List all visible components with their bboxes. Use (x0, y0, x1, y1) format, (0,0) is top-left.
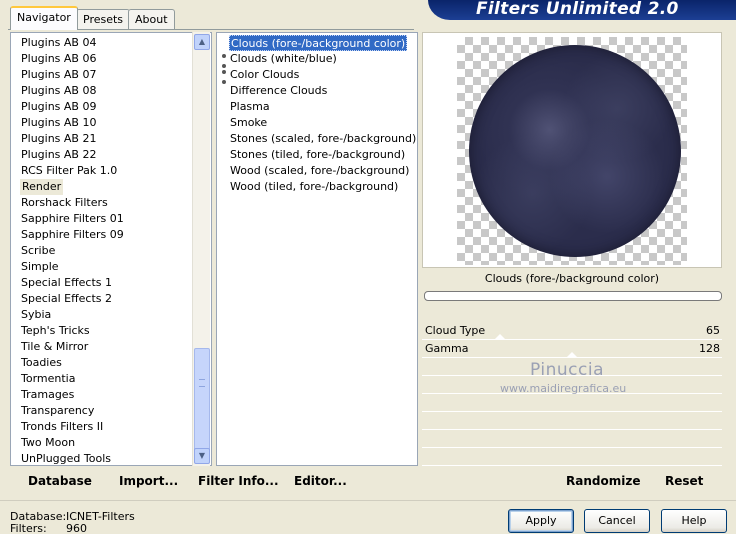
category-item[interactable]: Plugins AB 21 (21, 131, 96, 147)
category-item[interactable]: Plugins AB 06 (21, 51, 96, 67)
tab-about[interactable]: About (128, 9, 175, 29)
param-row-empty (422, 430, 722, 448)
filter-info-button[interactable]: Filter Info... (198, 474, 279, 488)
param-row-empty (422, 412, 722, 430)
category-item[interactable]: Rorshack Filters (21, 195, 108, 211)
filter-item[interactable]: Smoke (229, 115, 268, 131)
category-item[interactable]: Scribe (21, 243, 55, 259)
category-item[interactable]: Sybia (21, 307, 51, 323)
status-filters-value: 960 (66, 522, 87, 534)
scroll-up-button[interactable]: ▲ (194, 34, 210, 50)
cancel-button[interactable]: Cancel (584, 509, 650, 533)
category-item[interactable]: Transparency (21, 403, 94, 419)
filter-item[interactable]: Stones (scaled, fore-/background) (229, 131, 417, 147)
bottom-divider (0, 500, 736, 501)
category-item[interactable]: Render (20, 179, 64, 195)
filter-item[interactable]: Clouds (fore-/background color) (229, 35, 408, 51)
category-item[interactable]: Special Effects 2 (21, 291, 112, 307)
category-item[interactable]: Simple (21, 259, 59, 275)
filter-item[interactable]: Wood (scaled, fore-/background) (229, 163, 410, 179)
category-item[interactable]: Plugins AB 07 (21, 67, 96, 83)
category-item[interactable]: Toadies (21, 355, 62, 371)
favorite-marker-icon (222, 54, 226, 68)
category-item[interactable]: Sapphire Filters 01 (21, 211, 124, 227)
param-row-cloud-type[interactable]: Cloud Type 65 (422, 322, 722, 340)
apply-button[interactable]: Apply (508, 509, 574, 533)
reset-button[interactable]: Reset (665, 474, 703, 488)
category-item[interactable]: Tramages (21, 387, 74, 403)
filter-item[interactable]: Wood (tiled, fore-/background) (229, 179, 399, 195)
filter-item[interactable]: Stones (tiled, fore-/background) (229, 147, 406, 163)
category-scrollbar[interactable]: ▲ ▼ (192, 32, 210, 466)
app-title-banner: Filters Unlimited 2.0 (428, 0, 736, 20)
param-label: Cloud Type (425, 324, 486, 337)
app-title: Filters Unlimited 2.0 (476, 0, 679, 19)
param-value: 128 (699, 342, 720, 355)
category-item[interactable]: UnPlugged Tools (21, 451, 111, 465)
status-filters: Filters: 960 (10, 522, 87, 534)
favorite-marker-icon (222, 70, 226, 84)
tab-navigator[interactable]: Navigator (10, 6, 78, 30)
database-button[interactable]: Database (28, 474, 92, 488)
scroll-down-button[interactable]: ▼ (194, 448, 210, 464)
category-item[interactable]: Tronds Filters II (21, 419, 103, 435)
preview-pane (422, 32, 722, 268)
watermark-site: www.maidiregrafica.eu (500, 382, 627, 395)
category-list[interactable]: Plugins AB 04 Plugins AB 06 Plugins AB 07 P… (10, 32, 212, 466)
category-item[interactable]: Two Moon (21, 435, 75, 451)
category-item[interactable]: Plugins AB 08 (21, 83, 96, 99)
scroll-grip-icon (199, 379, 205, 387)
preview-filter-name: Clouds (fore-/background color) (484, 272, 660, 285)
category-item[interactable]: Teph's Tricks (21, 323, 90, 339)
filter-item[interactable]: Color Clouds (229, 67, 300, 83)
import-button[interactable]: Import... (119, 474, 178, 488)
category-item[interactable]: Sapphire Filters 09 (21, 227, 124, 243)
param-value: 65 (706, 324, 720, 337)
param-label: Gamma (425, 342, 469, 355)
transparency-checkerboard (457, 37, 687, 265)
filter-list[interactable]: Clouds (fore-/background color) Clouds (w… (216, 32, 418, 466)
randomize-button[interactable]: Randomize (566, 474, 640, 488)
category-item[interactable]: Special Effects 1 (21, 275, 112, 291)
category-item[interactable]: Tile & Mirror (21, 339, 88, 355)
help-button[interactable]: Help (661, 509, 727, 533)
tab-presets[interactable]: Presets (76, 9, 131, 29)
editor-button[interactable]: Editor... (294, 474, 347, 488)
scroll-thumb[interactable] (194, 348, 210, 454)
param-row-empty (422, 394, 722, 412)
watermark-name: Pinuccia (530, 360, 604, 380)
category-item[interactable]: Plugins AB 22 (21, 147, 96, 163)
filter-item[interactable]: Plasma (229, 99, 271, 115)
category-item[interactable]: Plugins AB 09 (21, 99, 96, 115)
status-filters-label: Filters: (10, 522, 47, 534)
progress-bar (424, 291, 722, 301)
category-item[interactable]: Plugins AB 04 (21, 35, 96, 51)
category-item[interactable]: RCS Filter Pak 1.0 (21, 163, 117, 179)
category-item[interactable]: Plugins AB 10 (21, 115, 96, 131)
preview-image (469, 45, 681, 257)
filter-item[interactable]: Difference Clouds (229, 83, 328, 99)
param-row-empty (422, 448, 722, 466)
filter-item[interactable]: Clouds (white/blue) (229, 51, 338, 67)
category-item[interactable]: Tormentia (21, 371, 75, 387)
